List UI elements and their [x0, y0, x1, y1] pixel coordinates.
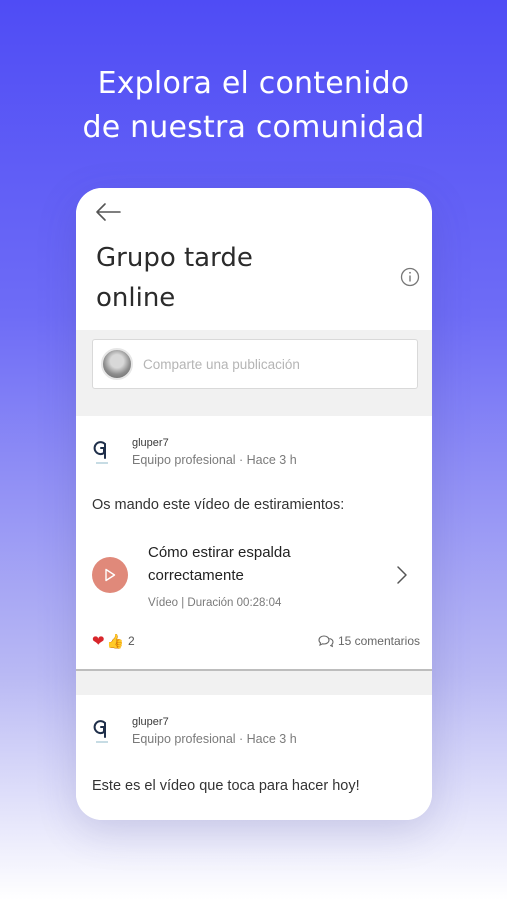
section-gap	[76, 400, 432, 416]
back-arrow-icon[interactable]	[94, 202, 122, 222]
post-header: gluper7 Equipo profesional · Hace 3 h	[92, 416, 420, 469]
comments-count: 15 comentarios	[337, 634, 420, 648]
video-attachment[interactable]: Cómo estirar espalda correctamente Vídeo…	[92, 541, 420, 609]
gluper-logo-icon	[93, 720, 108, 743]
video-title: Cómo estirar espalda correctamente	[148, 544, 291, 584]
section-gap	[76, 671, 432, 695]
info-icon[interactable]	[400, 267, 420, 287]
promo-headline: Explora el contenido de nuestra comunida…	[0, 62, 507, 150]
post-header: gluper7 Equipo profesional · Hace 3 h	[92, 695, 420, 748]
top-bar: Grupo tarde online	[76, 188, 432, 330]
composer-area: Comparte una publicación	[76, 330, 432, 400]
group-title-line-1: Grupo tarde	[96, 243, 253, 273]
post-text: Os mando este vídeo de estiramientos:	[92, 497, 345, 513]
post-author-block: gluper7 Equipo profesional · Hace 3 h	[132, 436, 297, 469]
play-icon	[105, 568, 116, 582]
chevron-right-icon[interactable]	[396, 565, 408, 585]
video-info: Cómo estirar espalda correctamente Vídeo…	[148, 541, 368, 609]
post-meta: Equipo profesional · Hace 3 h	[132, 453, 297, 467]
post-author[interactable]: gluper7	[132, 715, 297, 729]
post-author-block: gluper7 Equipo profesional · Hace 3 h	[132, 715, 297, 748]
thumbs-up-icon: 👍	[106, 632, 125, 649]
headline-line-1: Explora el contenido	[97, 66, 410, 101]
heart-icon: ❤	[92, 633, 105, 650]
user-avatar	[101, 348, 133, 380]
post-footer: ❤ 👍 2 15 comentarios	[92, 613, 420, 669]
play-button[interactable]	[92, 557, 128, 593]
group-title-line-2: online	[96, 283, 176, 313]
post-card: gluper7 Equipo profesional · Hace 3 h Es…	[76, 695, 432, 820]
reaction-count: 2	[128, 634, 135, 648]
comments-link[interactable]: 15 comentarios	[318, 634, 420, 648]
post-meta: Equipo profesional · Hace 3 h	[132, 732, 297, 746]
video-meta: Vídeo | Duración 00:28:04	[148, 597, 282, 609]
phone-screen: Grupo tarde online Comparte una publicac…	[76, 188, 432, 820]
comments-icon	[318, 635, 334, 648]
gluper-logo-icon	[93, 441, 108, 464]
post-author[interactable]: gluper7	[132, 436, 297, 450]
reactions[interactable]: ❤ 👍 2	[92, 632, 135, 651]
post-text: Este es el vídeo que toca para hacer hoy…	[92, 778, 360, 794]
post-card: gluper7 Equipo profesional · Hace 3 h Os…	[76, 416, 432, 669]
group-title: Grupo tarde online	[96, 238, 346, 318]
share-post-input[interactable]: Comparte una publicación	[92, 339, 418, 389]
share-post-placeholder: Comparte una publicación	[143, 356, 300, 372]
headline-line-2: de nuestra comunidad	[82, 110, 425, 145]
